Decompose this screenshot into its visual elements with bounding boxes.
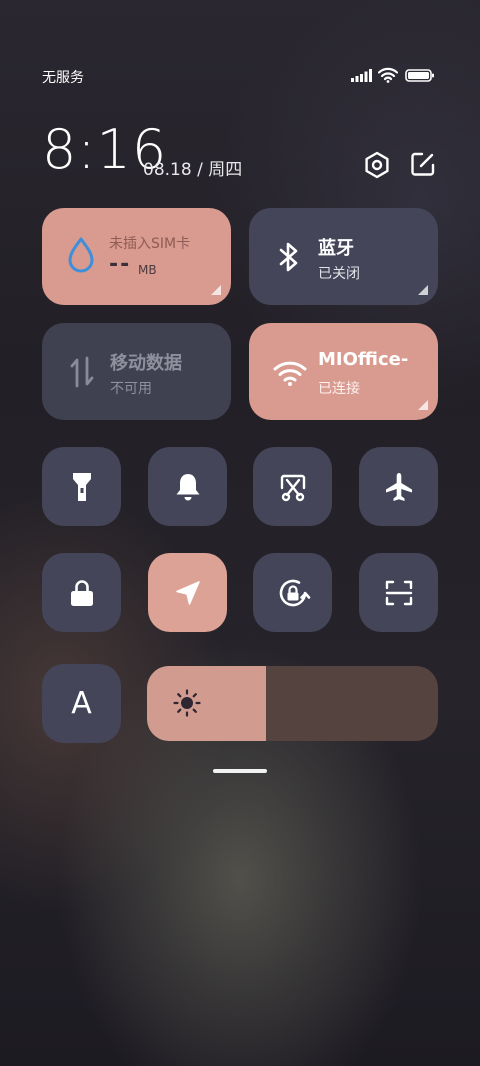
sun-icon <box>173 689 201 717</box>
rotation-lock-toggle[interactable] <box>253 553 332 632</box>
edit-button[interactable] <box>409 150 437 178</box>
font-size-label: A <box>71 686 92 721</box>
airplane-icon <box>385 472 412 501</box>
battery-icon <box>405 69 434 82</box>
scanner-toggle[interactable] <box>359 553 438 632</box>
signal-icon <box>351 69 372 82</box>
expand-corner-icon <box>211 285 221 295</box>
data-usage-unit: MB <box>138 263 157 277</box>
carrier-status: 无服务 <box>42 70 84 86</box>
airplane-toggle[interactable] <box>359 447 438 526</box>
clock-date: 08.18 / 周四 <box>143 160 243 180</box>
screenshot-icon <box>280 474 305 501</box>
brightness-slider[interactable] <box>147 666 438 741</box>
expand-corner-icon <box>418 285 428 295</box>
flashlight-icon <box>72 472 91 501</box>
settings-button[interactable] <box>362 150 392 180</box>
water-drop-icon <box>68 237 94 273</box>
font-size-button[interactable]: A <box>42 664 121 743</box>
mobile-data-title: 移动数据 <box>110 353 182 374</box>
location-toggle[interactable] <box>148 553 227 632</box>
flashlight-toggle[interactable] <box>42 447 121 526</box>
panel-drag-handle[interactable] <box>213 769 267 773</box>
wifi-status-icon <box>378 67 398 83</box>
screenshot-toggle[interactable] <box>253 447 332 526</box>
bluetooth-title: 蓝牙 <box>318 238 354 259</box>
sound-toggle[interactable] <box>148 447 227 526</box>
brightness-fill <box>147 666 267 741</box>
edit-icon <box>411 152 435 176</box>
wifi-network-name: MIOffice- <box>318 349 409 370</box>
settings-icon <box>365 151 389 179</box>
wifi-icon <box>273 361 307 386</box>
sim-status-label: 未插入SIM卡 <box>109 236 191 252</box>
location-icon <box>175 580 200 605</box>
scan-icon <box>385 580 412 605</box>
wifi-tile[interactable]: MIOffice- 已连接 <box>249 323 438 420</box>
data-usage-value: -- <box>109 252 132 277</box>
lock-screen-button[interactable] <box>42 553 121 632</box>
bluetooth-icon <box>279 242 298 272</box>
expand-corner-icon <box>418 400 428 410</box>
bluetooth-tile[interactable]: 蓝牙 已关闭 <box>249 208 438 305</box>
lock-icon <box>70 579 93 606</box>
wifi-status: 已连接 <box>318 381 360 397</box>
bluetooth-status: 已关闭 <box>318 266 360 282</box>
bell-icon <box>176 473 199 500</box>
mobile-data-tile[interactable]: 移动数据 不可用 <box>42 323 231 420</box>
data-arrows-icon <box>70 356 94 388</box>
rotation-lock-icon <box>279 579 310 606</box>
data-usage-tile[interactable]: 未插入SIM卡 -- MB <box>42 208 231 305</box>
mobile-data-status: 不可用 <box>110 381 152 397</box>
